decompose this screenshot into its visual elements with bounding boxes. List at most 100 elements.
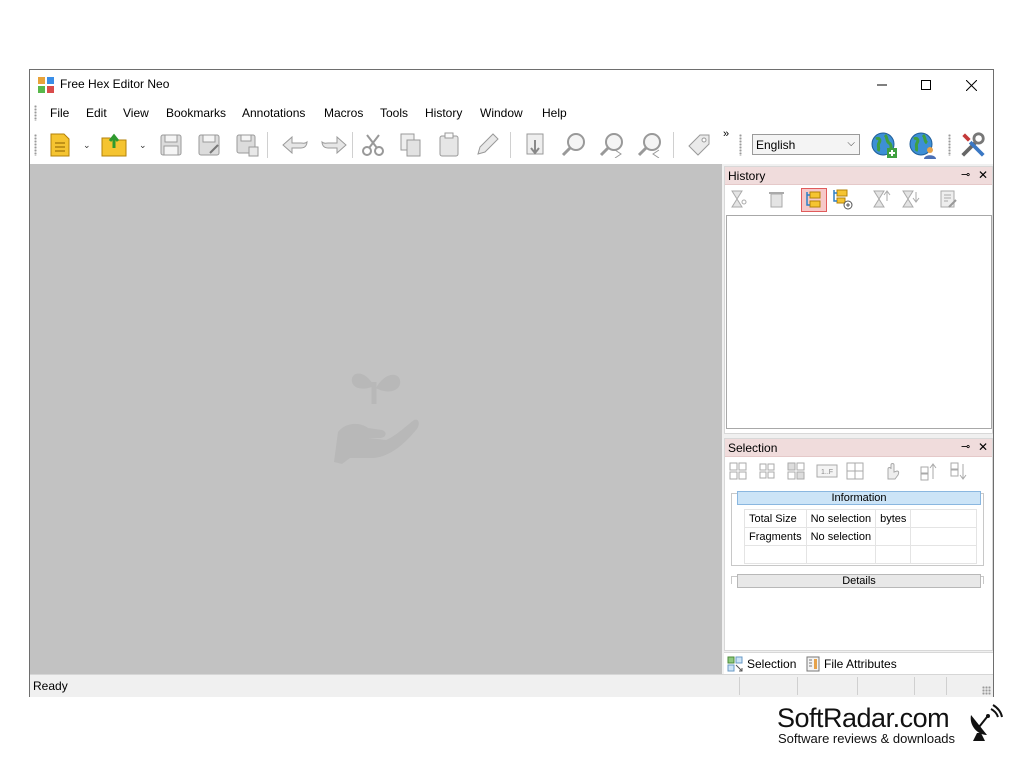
hourglass-cut-icon: [731, 190, 747, 208]
select-range-button[interactable]: 1..F: [814, 460, 840, 482]
selection-panel: Selection ⊸ ✕ 1..F Information Total Siz…: [724, 438, 993, 651]
selection-panel-title: Selection: [728, 441, 778, 455]
minimize-icon: [877, 84, 887, 86]
online-user-button[interactable]: [908, 131, 936, 159]
minimize-button[interactable]: [859, 70, 905, 100]
resize-grip[interactable]: [982, 686, 991, 695]
maximize-icon: [921, 80, 931, 90]
language-value: English: [756, 138, 796, 152]
new-file-button[interactable]: [46, 131, 74, 159]
grid-block-icon: [759, 463, 775, 479]
online-add-button[interactable]: [870, 131, 898, 159]
hourglass-up-icon: [873, 190, 891, 208]
fragments-value: No selection: [805, 527, 877, 546]
menu-window[interactable]: Window: [480, 106, 523, 120]
save-button[interactable]: [157, 131, 185, 159]
open-file-button[interactable]: [100, 131, 128, 159]
file-attributes-tab-icon: [806, 656, 820, 672]
export-button[interactable]: [522, 131, 550, 159]
brand-tagline: Software reviews & downloads: [778, 731, 956, 746]
range-icon: 1..F: [816, 464, 838, 478]
pin-icon[interactable]: ⊸: [961, 440, 970, 453]
toolbar-grip-3[interactable]: [948, 134, 951, 156]
toolbar-grip-2[interactable]: [739, 134, 742, 156]
tab-selection[interactable]: Selection: [727, 656, 796, 672]
new-dropdown-arrow[interactable]: ⌄: [83, 140, 91, 151]
menu-tools[interactable]: Tools: [380, 106, 408, 120]
open-file-icon: [101, 133, 127, 157]
menu-annotations[interactable]: Annotations: [242, 106, 305, 120]
select-move-up-button[interactable]: [918, 460, 940, 482]
toolbar-grip[interactable]: [34, 134, 37, 156]
history-panel-title: History: [728, 169, 766, 183]
tag-button[interactable]: [685, 131, 713, 159]
menu-macros[interactable]: Macros: [324, 106, 363, 120]
save-all-button[interactable]: [233, 131, 261, 159]
undo-icon: [282, 135, 308, 155]
history-up-button[interactable]: [870, 188, 892, 210]
selection-close-icon[interactable]: ✕: [978, 440, 988, 454]
save-as-button[interactable]: [195, 131, 223, 159]
select-all-button[interactable]: [727, 460, 749, 482]
close-icon: [965, 79, 977, 91]
undo-button[interactable]: [281, 131, 309, 159]
title-bar: Free Hex Editor Neo: [30, 70, 993, 100]
history-branch-button[interactable]: [801, 188, 827, 212]
total-size-value: No selection: [805, 509, 877, 528]
details-group-header[interactable]: Details: [737, 574, 981, 588]
menu-edit[interactable]: Edit: [86, 106, 107, 120]
history-delete-button[interactable]: [765, 188, 787, 210]
maximize-button[interactable]: [903, 70, 949, 100]
history-panel: History ⊸ ✕: [724, 166, 993, 434]
tree-branch-add-icon: [833, 189, 853, 210]
find-next-button[interactable]: [598, 131, 626, 159]
editor-workspace[interactable]: [30, 164, 722, 674]
menu-history[interactable]: History: [425, 106, 462, 120]
find-previous-button[interactable]: [636, 131, 664, 159]
information-group-header[interactable]: Information: [737, 491, 981, 505]
select-invert-button[interactable]: [785, 460, 807, 482]
menu-file[interactable]: File: [50, 106, 69, 120]
open-dropdown-arrow[interactable]: ⌄: [139, 140, 147, 151]
select-fragments-button[interactable]: [844, 460, 866, 482]
pin-icon[interactable]: ⊸: [961, 168, 970, 181]
menu-view[interactable]: View: [123, 106, 149, 120]
globe-user-icon: [909, 132, 936, 159]
tools-icon: [961, 132, 985, 157]
edit-button[interactable]: [473, 131, 501, 159]
history-save-button[interactable]: [937, 188, 959, 210]
toolbar-overflow-chevron[interactable]: »: [723, 128, 729, 140]
menu-bookmarks[interactable]: Bookmarks: [166, 106, 226, 120]
paste-icon: [439, 132, 459, 157]
redo-button[interactable]: [320, 131, 348, 159]
globe-plus-icon: [871, 132, 897, 158]
history-down-button[interactable]: [899, 188, 921, 210]
status-cell: [857, 677, 858, 695]
paste-button[interactable]: [435, 131, 463, 159]
settings-tools-button[interactable]: [959, 131, 987, 159]
cut-button[interactable]: [359, 131, 387, 159]
select-pointer-button[interactable]: [880, 460, 902, 482]
tab-file-attributes[interactable]: File Attributes: [806, 656, 897, 672]
menu-help[interactable]: Help: [542, 106, 567, 120]
close-button[interactable]: [948, 70, 994, 100]
status-cell: [946, 677, 947, 695]
history-list[interactable]: [726, 215, 992, 429]
history-branch-add-button[interactable]: [831, 188, 853, 210]
toolbar-separator: [673, 132, 674, 158]
find-button[interactable]: [560, 131, 588, 159]
select-move-down-button[interactable]: [948, 460, 970, 482]
grid-down-icon: [950, 462, 967, 480]
find-previous-icon: [637, 133, 661, 158]
status-cell: [797, 677, 798, 695]
grid-fragments-icon: [846, 462, 864, 480]
select-block-button[interactable]: [756, 460, 778, 482]
history-clear-button[interactable]: [727, 188, 749, 210]
save-icon: [160, 134, 182, 156]
fragments-label: Fragments: [744, 527, 807, 546]
menubar-grip[interactable]: [34, 105, 37, 121]
table-cell-empty: [875, 545, 912, 564]
copy-button[interactable]: [397, 131, 425, 159]
language-select[interactable]: English ⌵: [752, 134, 860, 155]
history-close-icon[interactable]: ✕: [978, 168, 988, 182]
